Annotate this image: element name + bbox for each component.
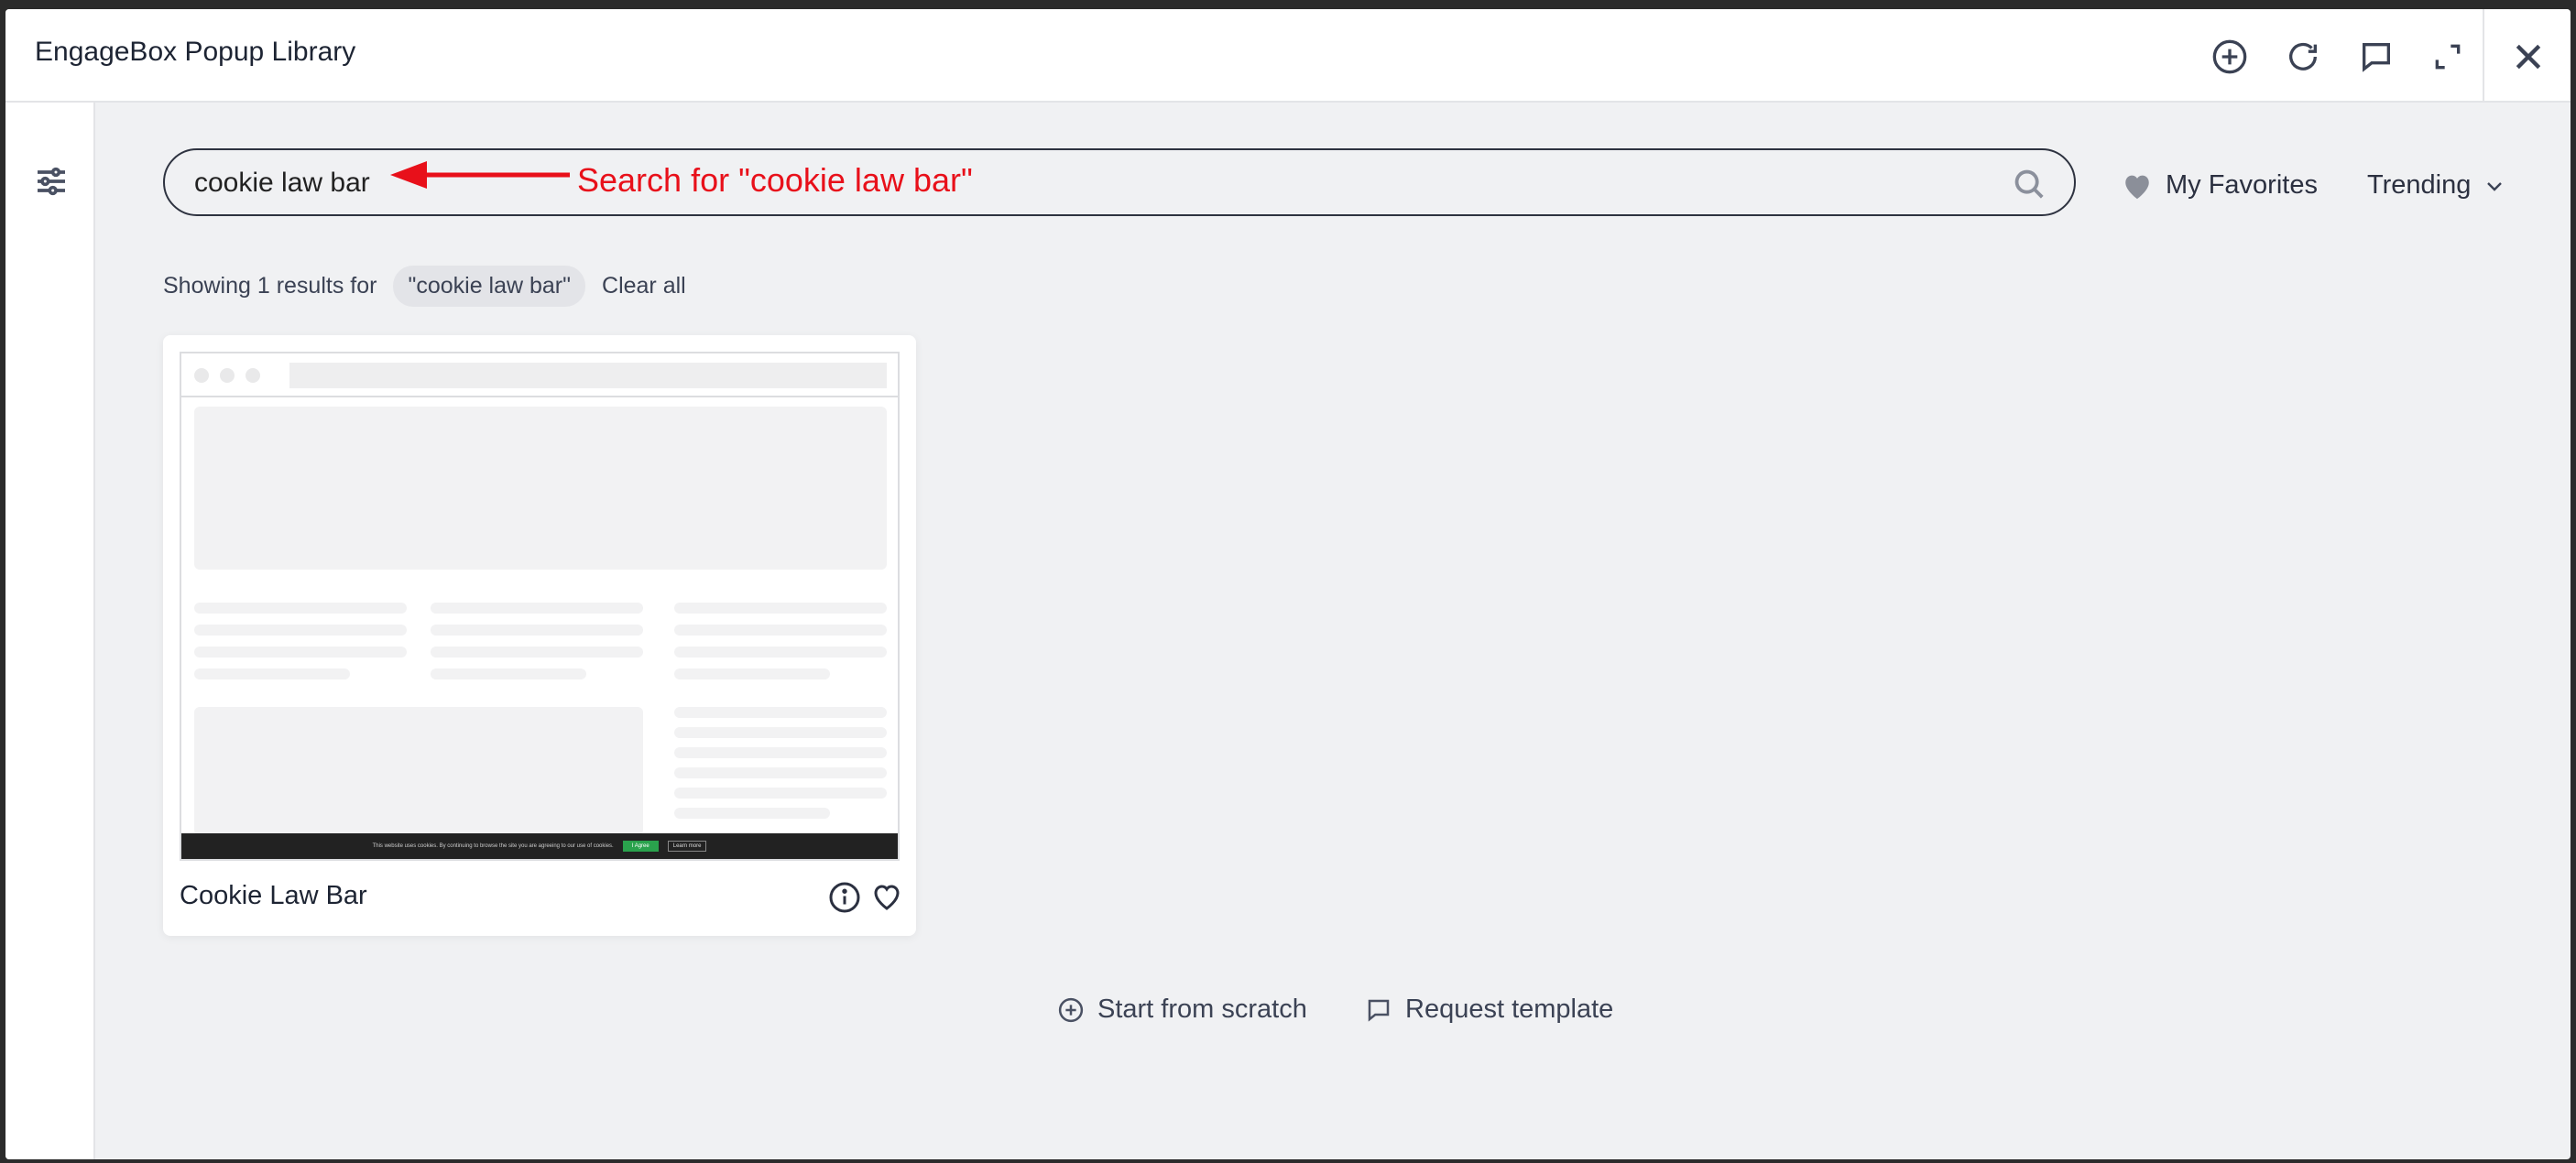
results-summary: Showing 1 results for "cookie law bar" C… — [163, 266, 686, 307]
preview-line — [674, 707, 887, 718]
info-icon[interactable] — [828, 881, 861, 914]
preview-line — [674, 808, 830, 819]
preview-cookie-bar: This website uses cookies. By continuing… — [181, 833, 898, 859]
annotation-arrow-icon — [390, 161, 570, 189]
preview-line — [194, 603, 407, 614]
preview-accept-button: I Agree — [622, 841, 659, 852]
clear-all-link[interactable]: Clear all — [602, 273, 686, 299]
preview-line — [431, 603, 643, 614]
preview-line — [674, 647, 887, 658]
chevron-down-icon — [2487, 181, 2503, 191]
preview-more-button: Learn more — [667, 841, 707, 852]
start-from-scratch-button[interactable]: Start from scratch — [1057, 995, 1307, 1025]
preview-browser-bar — [181, 353, 898, 397]
favorite-heart-icon[interactable] — [870, 881, 903, 914]
preview-line — [674, 625, 887, 636]
preview-line — [194, 625, 407, 636]
request-template-button[interactable]: Request template — [1365, 995, 1613, 1025]
preview-dot — [220, 368, 235, 383]
filter-sliders-icon[interactable] — [33, 163, 70, 200]
modal-header: EngageBox Popup Library — [5, 9, 2571, 103]
preview-hero — [194, 407, 887, 570]
preview-line — [674, 727, 887, 738]
preview-line — [674, 747, 887, 758]
preview-dot — [246, 368, 260, 383]
preview-dot — [194, 368, 209, 383]
sort-label: Trending — [2367, 170, 2472, 200]
preview-line — [431, 647, 643, 658]
results-label: Showing 1 results for — [163, 273, 377, 299]
template-card[interactable]: This website uses cookies. By continuing… — [163, 335, 916, 936]
chat-icon — [1368, 999, 1390, 1022]
preview-line — [674, 767, 887, 778]
header-divider — [2483, 9, 2484, 101]
preview-cookie-text: This website uses cookies. By continuing… — [372, 843, 614, 849]
preview-line — [674, 668, 830, 679]
search-icon[interactable] — [2012, 167, 2047, 201]
template-title: Cookie Law Bar — [180, 881, 367, 910]
preview-line — [194, 647, 407, 658]
request-template-label: Request template — [1405, 995, 1614, 1024]
expand-icon[interactable] — [2428, 37, 2468, 77]
preview-line — [431, 625, 643, 636]
add-circle-icon[interactable] — [2210, 37, 2250, 77]
template-preview[interactable]: This website uses cookies. By continuing… — [180, 352, 900, 861]
preview-line — [431, 668, 586, 679]
footer-actions: Start from scratch Request template — [5, 995, 2571, 1035]
my-favorites-label: My Favorites — [2166, 170, 2318, 200]
preview-line — [674, 788, 887, 799]
annotation-text: Search for "cookie law bar" — [577, 161, 973, 199]
sort-dropdown[interactable]: Trending — [2367, 170, 2505, 201]
refresh-icon[interactable] — [2283, 37, 2323, 77]
chat-icon[interactable] — [2356, 37, 2396, 77]
query-chip[interactable]: "cookie law bar" — [393, 266, 586, 307]
preview-url-bar — [289, 363, 887, 388]
start-from-scratch-label: Start from scratch — [1097, 995, 1307, 1024]
add-circle-icon — [1058, 997, 1084, 1022]
preview-block — [194, 707, 643, 835]
my-favorites-button[interactable]: My Favorites — [2122, 170, 2318, 201]
modal-title: EngageBox Popup Library — [35, 37, 356, 67]
heart-filled-icon — [2125, 175, 2149, 199]
close-icon[interactable] — [2508, 37, 2549, 77]
preview-line — [674, 603, 887, 614]
preview-line — [194, 668, 350, 679]
